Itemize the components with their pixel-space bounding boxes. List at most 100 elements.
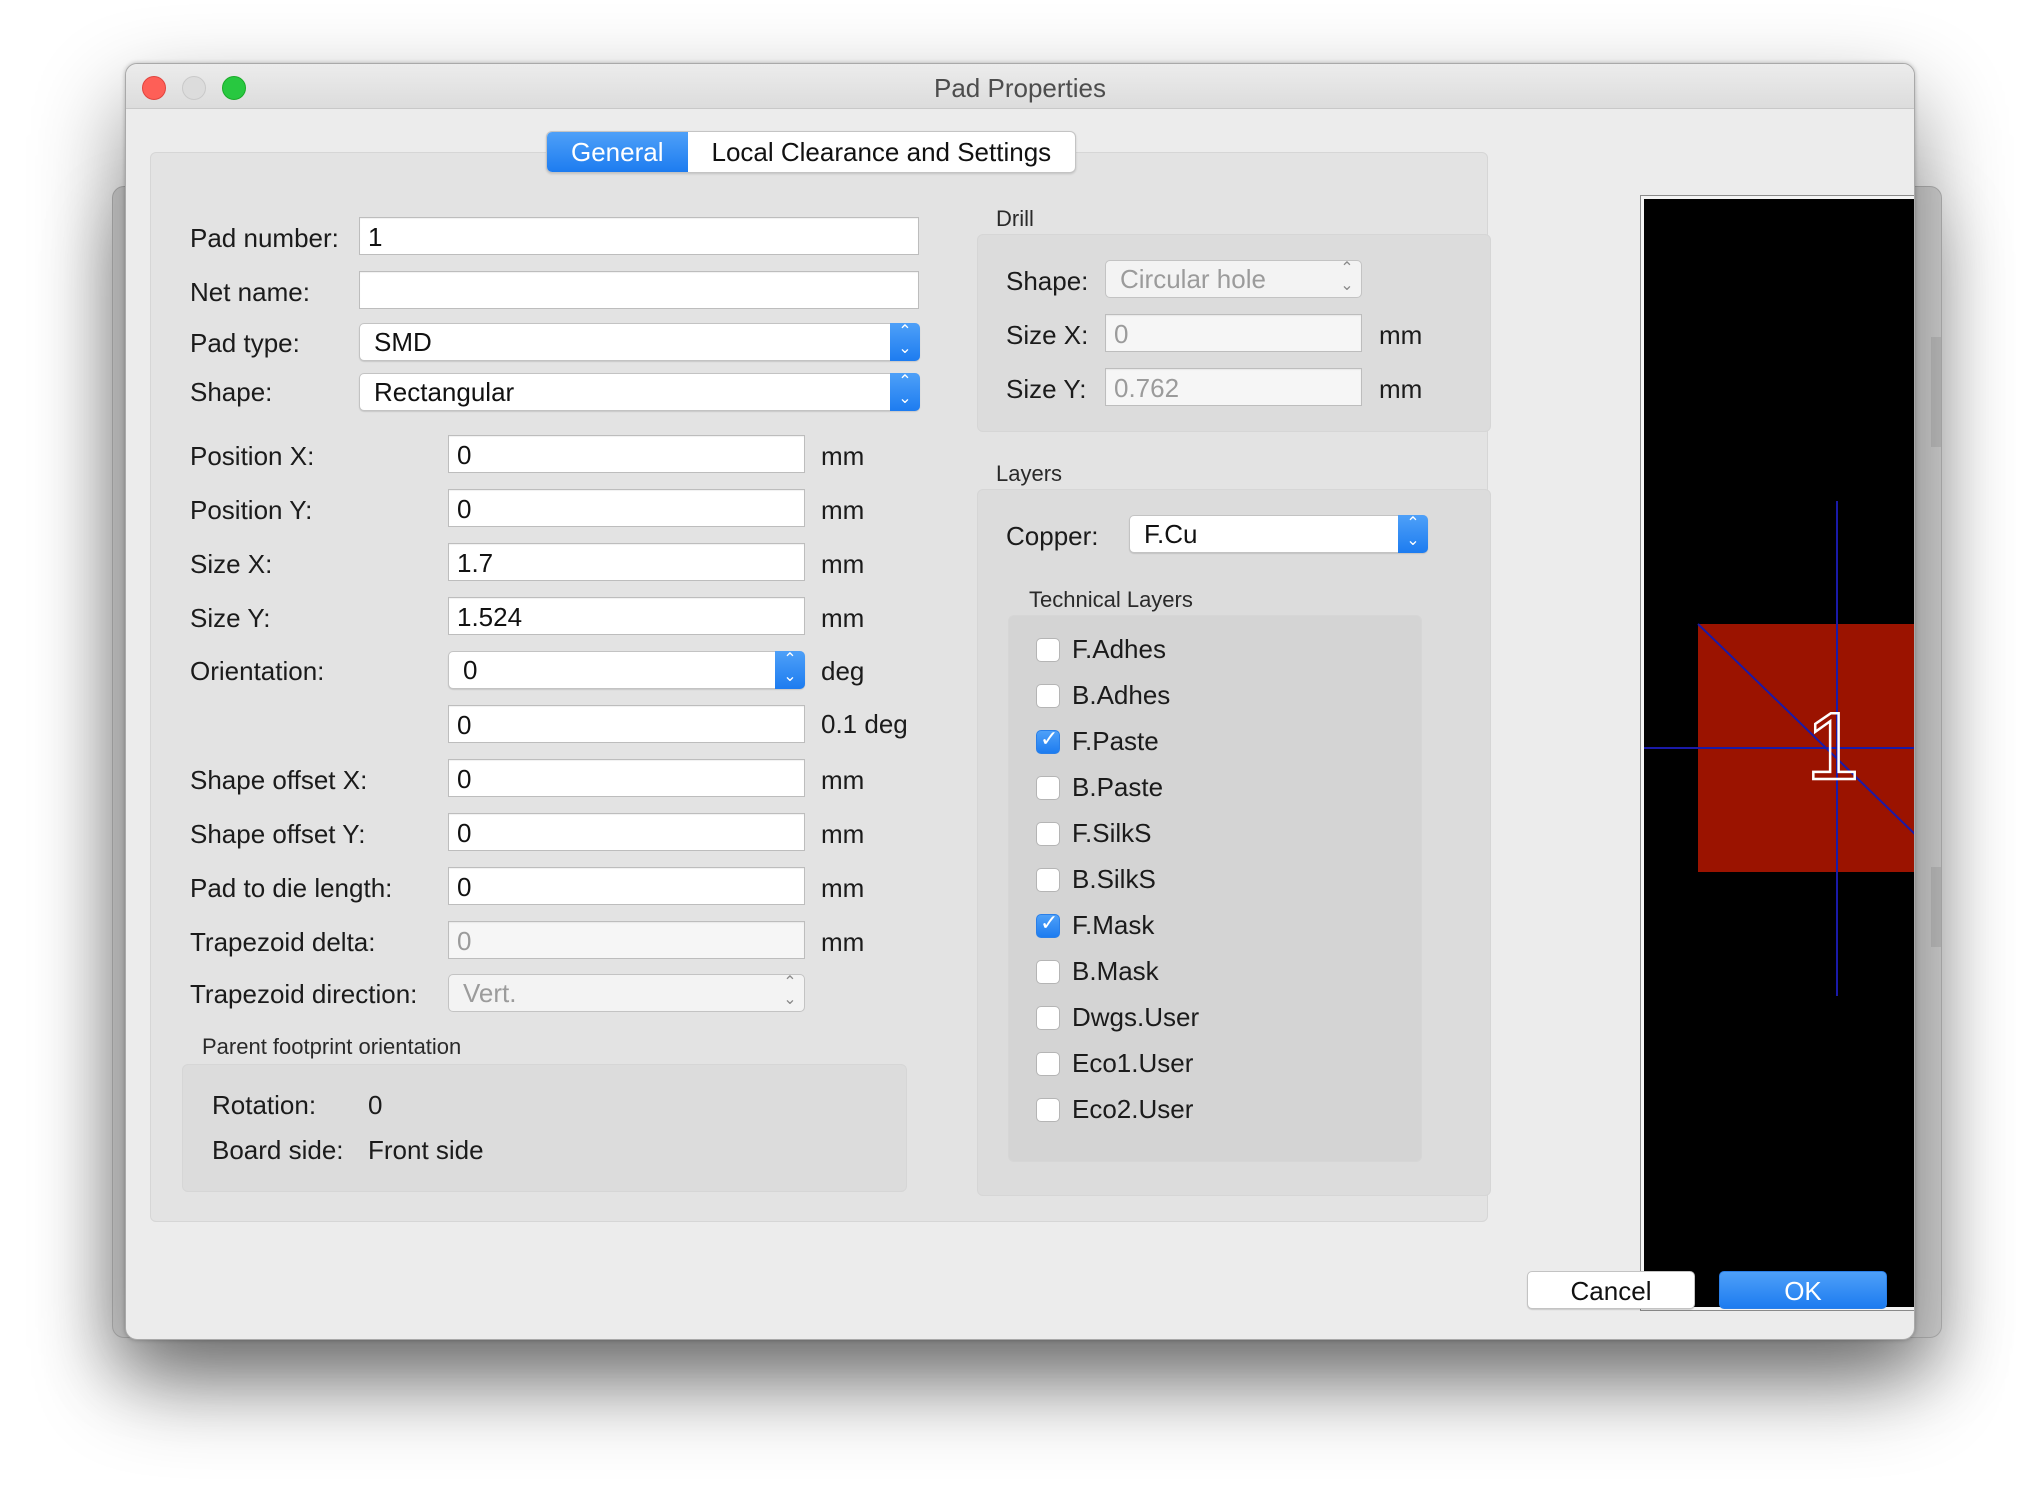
layer-checkbox-label: Eco2.User (1072, 1094, 1194, 1124)
layer-checkbox-label: F.Adhes (1072, 634, 1166, 664)
pad-type-select[interactable]: SMD ⌃ ⌄ (359, 323, 920, 361)
title-bar: Pad Properties (126, 64, 1914, 109)
chevron-updown-icon: ⌃ ⌄ (783, 974, 797, 1008)
position-y-label: Position Y: (190, 495, 313, 525)
tab-local-clearance[interactable]: Local Clearance and Settings (688, 132, 1076, 172)
size-y-label: Size Y: (190, 603, 271, 633)
tab-bar: General Local Clearance and Settings (546, 131, 1077, 173)
pad-number-input[interactable]: 1 (359, 217, 919, 255)
position-x-unit: mm (821, 441, 865, 471)
chevron-updown-icon: ⌃ ⌄ (1340, 260, 1354, 294)
pad-to-die-input[interactable]: 0 (448, 867, 805, 905)
layer-checkbox-b-mask[interactable] (1036, 960, 1060, 984)
parent-orientation-box (182, 1064, 907, 1192)
board-side-value: Front side (368, 1135, 484, 1165)
technical-layers-box (1008, 615, 1422, 1162)
tab-general[interactable]: General (547, 132, 688, 172)
pad-properties-dialog: Pad Properties General Local Clearance a… (125, 63, 1915, 1340)
net-name-label: Net name: (190, 277, 310, 307)
layer-checkbox-label: B.Mask (1072, 956, 1159, 986)
size-x-input[interactable]: 1.7 (448, 543, 805, 581)
rotation-label: Rotation: (212, 1090, 317, 1120)
pad-type-label: Pad type: (190, 328, 300, 358)
drill-shape-select[interactable]: Circular hole ⌃ ⌄ (1105, 260, 1362, 298)
trapezoid-delta-label: Trapezoid delta: (190, 927, 376, 957)
drill-size-x-label: Size X: (1006, 320, 1089, 350)
shape-offset-x-input[interactable]: 0 (448, 759, 805, 797)
layers-header: Layers (996, 461, 1063, 486)
position-y-input[interactable]: 0 (448, 489, 805, 527)
drill-header: Drill (996, 206, 1034, 231)
orientation-fine-input[interactable]: 0 (448, 705, 805, 743)
pad-number-label: Pad number: (190, 223, 339, 253)
chevron-updown-icon: ⌃ ⌄ (775, 651, 805, 689)
shape-value: Rectangular (374, 377, 515, 407)
trapezoid-delta-input[interactable]: 0 (448, 921, 805, 959)
orientation-fine-unit: 0.1 deg (821, 709, 908, 739)
drill-size-x-unit: mm (1379, 320, 1423, 350)
orientation-select[interactable]: 0 ⌃ ⌄ (448, 651, 805, 689)
layer-checkbox-f-silks[interactable] (1036, 822, 1060, 846)
pad-preview-svg: 1 (1644, 501, 1914, 996)
parent-orientation-header: Parent footprint orientation (202, 1034, 462, 1059)
trapezoid-delta-unit: mm (821, 927, 865, 957)
layer-checkbox-b-adhes[interactable] (1036, 684, 1060, 708)
layer-checkbox-f-paste[interactable] (1036, 727, 1060, 754)
technical-layers-header: Technical Layers (1029, 587, 1193, 612)
ok-button[interactable]: OK (1719, 1271, 1887, 1309)
layer-checkbox-label: F.Mask (1072, 910, 1155, 940)
net-name-input[interactable] (359, 271, 919, 309)
position-x-label: Position X: (190, 441, 315, 471)
trapezoid-direction-label: Trapezoid direction: (190, 979, 418, 1009)
layer-checkbox-eco2-user[interactable] (1036, 1098, 1060, 1122)
board-side-label: Board side: (212, 1135, 344, 1165)
shape-offset-y-unit: mm (821, 819, 865, 849)
layer-checkbox-label: F.Paste (1072, 726, 1159, 756)
trapezoid-direction-value: Vert. (463, 978, 517, 1008)
position-y-unit: mm (821, 495, 865, 525)
size-y-unit: mm (821, 603, 865, 633)
layer-checkbox-b-paste[interactable] (1036, 776, 1060, 800)
copper-value: F.Cu (1144, 519, 1198, 549)
chevron-updown-icon: ⌃ ⌄ (890, 323, 920, 361)
pad-number-label-preview: 1 (1806, 693, 1859, 800)
layer-checkbox-label: F.SilkS (1072, 818, 1152, 848)
pad-to-die-unit: mm (821, 873, 865, 903)
shape-label: Shape: (190, 377, 273, 407)
drill-size-y-input[interactable]: 0.762 (1105, 368, 1362, 406)
pad-preview-canvas: 1 (1640, 195, 1914, 1311)
window-title: Pad Properties (934, 73, 1106, 103)
layer-checkbox-dwgs-user[interactable] (1036, 1006, 1060, 1030)
position-x-input[interactable]: 0 (448, 435, 805, 473)
drill-size-y-label: Size Y: (1006, 374, 1087, 404)
shape-offset-y-input[interactable]: 0 (448, 813, 805, 851)
pad-to-die-label: Pad to die length: (190, 873, 393, 903)
drill-shape-value: Circular hole (1120, 264, 1266, 294)
cancel-button[interactable]: Cancel (1527, 1271, 1695, 1309)
rotation-value: 0 (368, 1090, 383, 1120)
size-x-label: Size X: (190, 549, 273, 579)
chevron-updown-icon: ⌃ ⌄ (1398, 515, 1428, 553)
layer-checkbox-label: Dwgs.User (1072, 1002, 1200, 1032)
orientation-label: Orientation: (190, 656, 325, 686)
layer-checkbox-eco1-user[interactable] (1036, 1052, 1060, 1076)
copper-select[interactable]: F.Cu ⌃ ⌄ (1129, 515, 1428, 553)
shape-select[interactable]: Rectangular ⌃ ⌄ (359, 373, 920, 411)
layer-checkbox-f-mask[interactable] (1036, 911, 1060, 938)
layer-checkbox-label: B.SilkS (1072, 864, 1156, 894)
chevron-updown-icon: ⌃ ⌄ (890, 373, 920, 411)
drill-size-x-input[interactable]: 0 (1105, 314, 1362, 352)
size-y-input[interactable]: 1.524 (448, 597, 805, 635)
layer-checkbox-label: Eco1.User (1072, 1048, 1194, 1078)
shape-offset-y-label: Shape offset Y: (190, 819, 366, 849)
layer-checkbox-label: B.Paste (1072, 772, 1164, 802)
layer-checkbox-f-adhes[interactable] (1036, 638, 1060, 662)
layer-checkbox-label: B.Adhes (1072, 680, 1171, 710)
copper-label: Copper: (1006, 521, 1099, 551)
size-x-unit: mm (821, 549, 865, 579)
layer-checkbox-b-silks[interactable] (1036, 868, 1060, 892)
orientation-value: 0 (463, 655, 478, 685)
trapezoid-direction-select[interactable]: Vert. ⌃ ⌄ (448, 974, 805, 1012)
shape-offset-x-label: Shape offset X: (190, 765, 368, 795)
shape-offset-x-unit: mm (821, 765, 865, 795)
